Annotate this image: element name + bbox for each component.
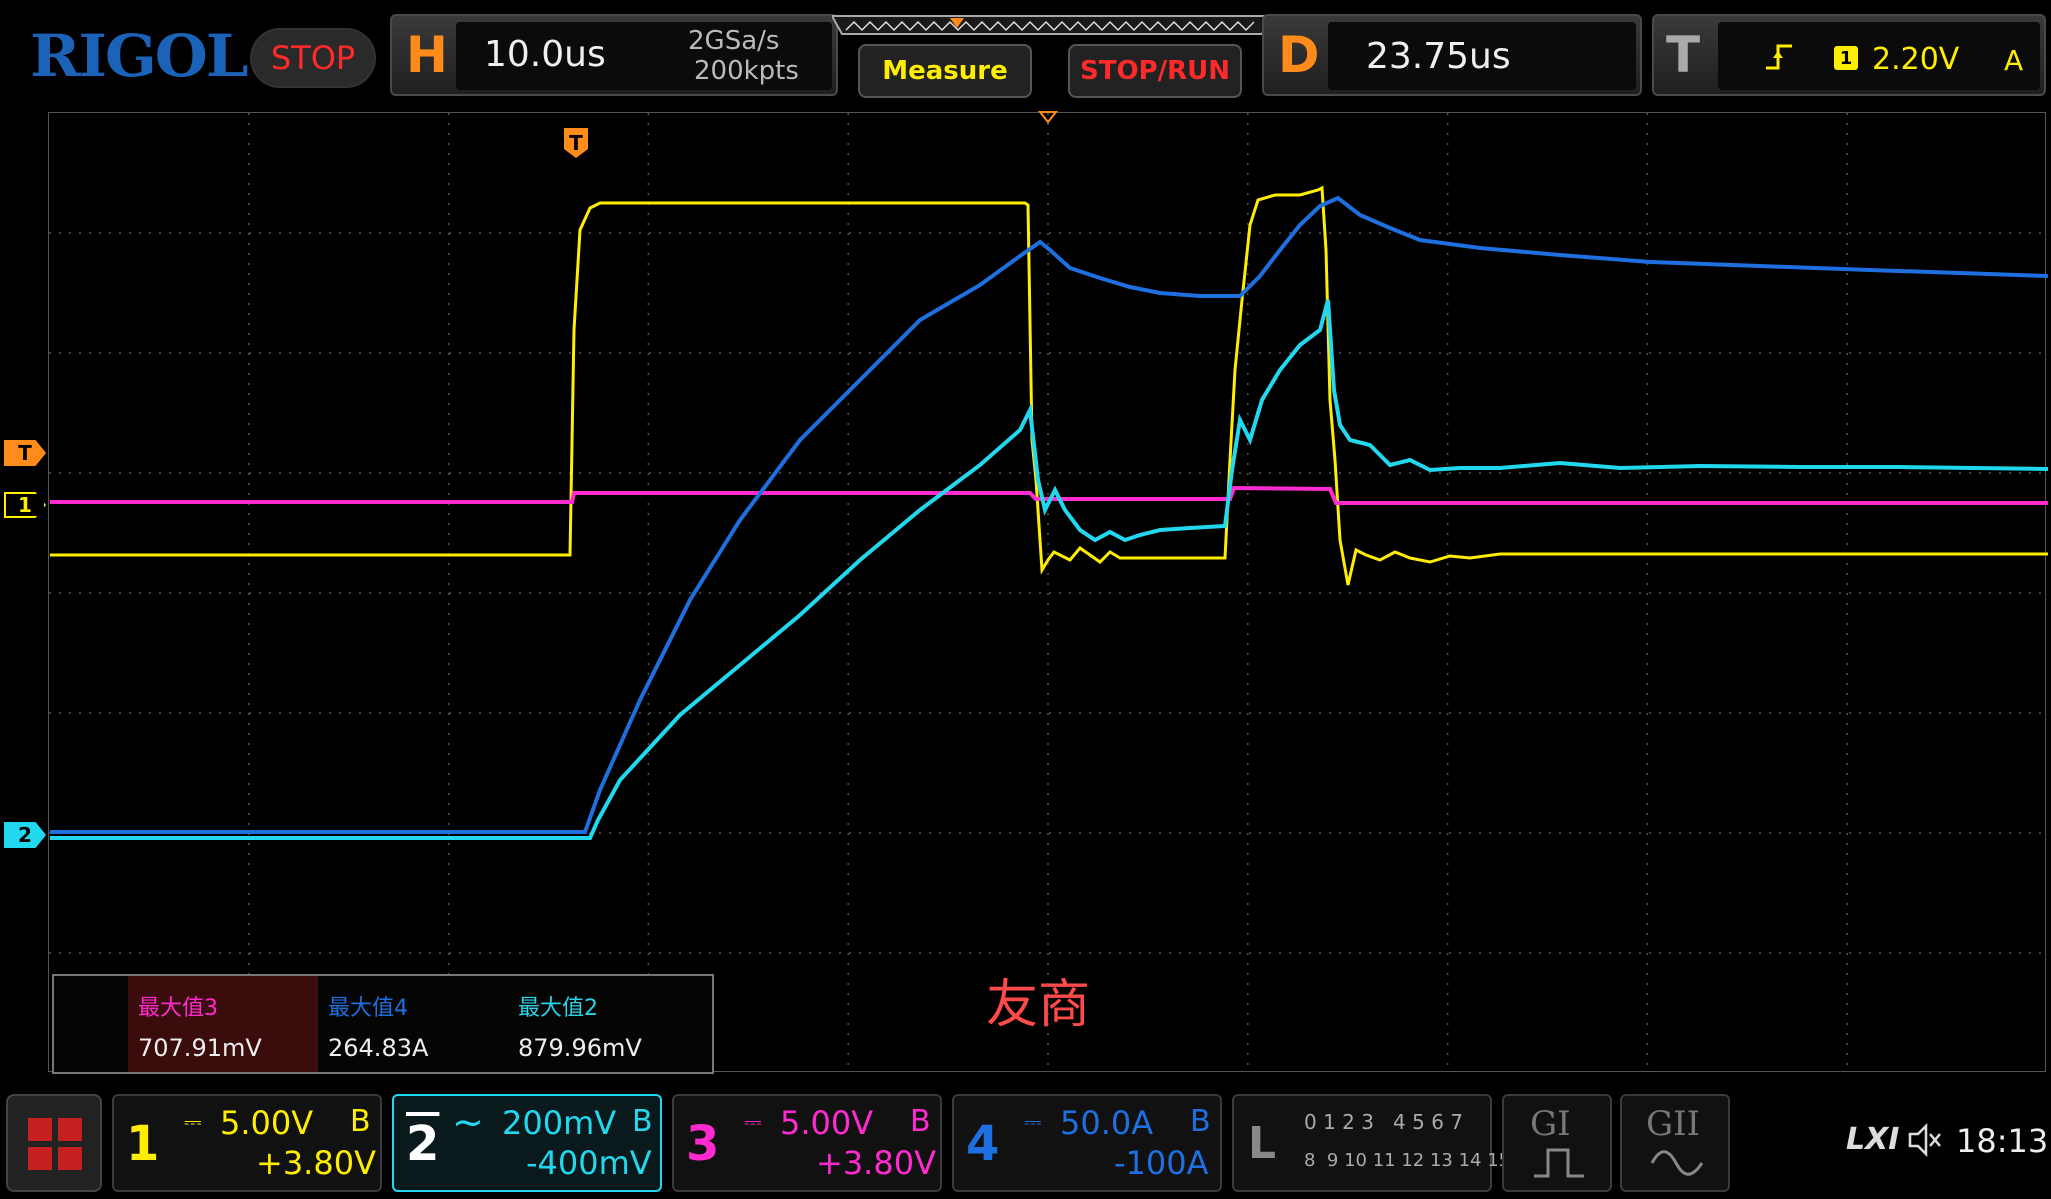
measurement-item: 最大值4 264.83A [318, 976, 508, 1072]
logic-analyzer-box[interactable]: L 0 1 2 3 4 5 6 7 8 9 10 11 12 13 14 15 [1232, 1094, 1510, 1192]
channel-number: 4 [966, 1116, 1000, 1172]
channel-number: 2 [406, 1116, 440, 1172]
bandwidth-limit: B [632, 1104, 653, 1139]
measurement-label: 最大值3 [138, 996, 218, 1021]
logic-letter: L [1248, 1118, 1277, 1169]
menu-button[interactable] [6, 1094, 102, 1192]
measurement-label: 最大值2 [518, 996, 598, 1021]
dc-icon: ⎓ [744, 1110, 762, 1135]
ch2-trace [50, 299, 2049, 840]
channel-number: 3 [686, 1116, 720, 1172]
channel-scale: 50.0A [1060, 1104, 1154, 1142]
channel-scale: 5.00V [780, 1104, 874, 1142]
measurement-value: 707.91mV [138, 1034, 262, 1062]
generator1-box[interactable]: GI [1502, 1094, 1612, 1192]
channel-scale: 5.00V [220, 1104, 314, 1142]
measurement-results-panel: 最大值3 707.91mV 最大值4 264.83A 最大值2 879.96mV [52, 974, 714, 1074]
generator1-label: GI [1530, 1104, 1571, 1144]
annotation-label: 友商 [986, 975, 1091, 1035]
square-wave-icon [1532, 1146, 1586, 1184]
bandwidth-limit: B [350, 1104, 371, 1139]
logic-channels-row2: 8 9 10 11 12 13 14 15 [1304, 1150, 1511, 1171]
generator2-box[interactable]: GII [1620, 1094, 1730, 1192]
speaker-muted-icon[interactable] [1906, 1122, 1942, 1162]
measurement-value: 264.83A [328, 1034, 429, 1062]
channel-offset: -100A [1114, 1144, 1209, 1182]
channel-offset: +3.80V [256, 1144, 376, 1182]
channel-offset: -400mV [526, 1144, 652, 1182]
measurement-item: 最大值2 879.96mV [508, 976, 698, 1072]
lxi-logo: LXI [1846, 1122, 1900, 1157]
channel1-box[interactable]: 1 ⎓ 5.00V B +3.80V [112, 1094, 382, 1192]
sine-wave-icon [1650, 1148, 1704, 1182]
channel-scale: 200mV [502, 1104, 617, 1142]
clock: 18:13 [1956, 1122, 2049, 1160]
bandwidth-limit: B [1190, 1104, 1211, 1139]
generator2-label: GII [1646, 1104, 1701, 1144]
bandwidth-limit: B [910, 1104, 931, 1139]
measurement-value: 879.96mV [518, 1034, 642, 1062]
grid-menu-icon [28, 1118, 82, 1174]
dc-icon: ⎓ [184, 1110, 202, 1135]
measurement-label: 最大值4 [328, 996, 408, 1021]
logic-channels-row1: 0 1 2 3 4 5 6 7 [1304, 1110, 1464, 1134]
channel3-box[interactable]: 3 ⎓ 5.00V B +3.80V [672, 1094, 942, 1192]
ac-icon: ~ [452, 1100, 484, 1144]
ch4-trace [50, 195, 2049, 834]
measurement-item: 最大值3 707.91mV [128, 976, 318, 1072]
dc-icon: ⎓ [1024, 1110, 1042, 1135]
channel4-box[interactable]: 4 ⎓ 50.0A B -100A [952, 1094, 1222, 1192]
channel-number: 1 [126, 1116, 160, 1172]
channel2-box[interactable]: 2 ~ 200mV B -400mV [392, 1094, 662, 1192]
channel-offset: +3.80V [816, 1144, 936, 1182]
